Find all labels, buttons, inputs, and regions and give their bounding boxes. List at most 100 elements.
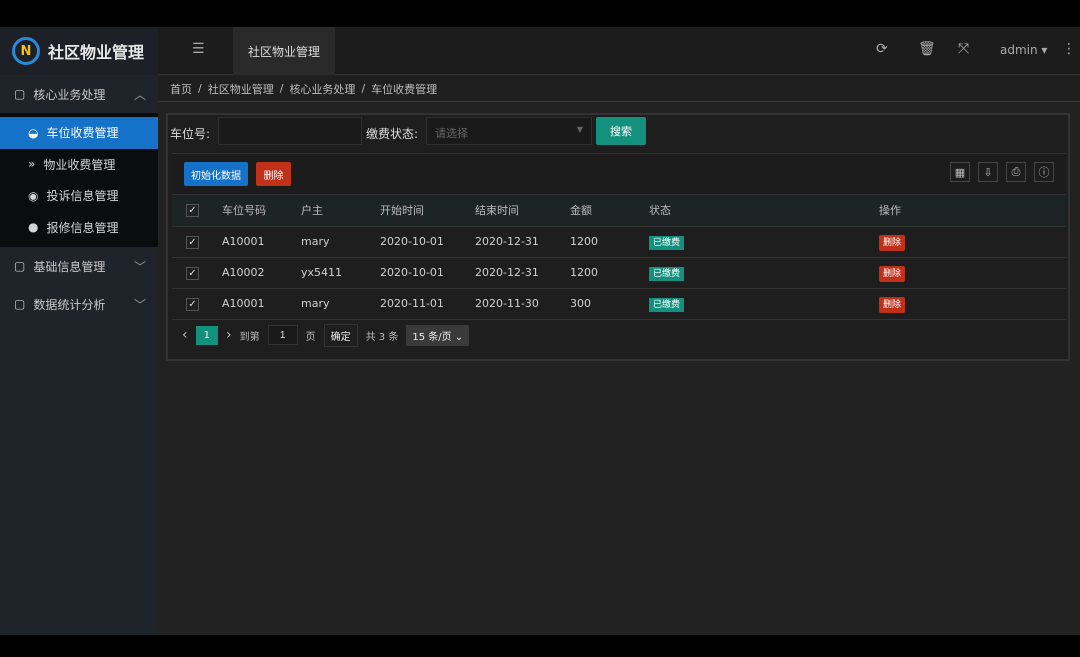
cell-end: 2020-12-31 (475, 257, 570, 289)
data-table: ✓ 车位号码 户主 开始时间 结束时间 金额 状态 操作 ✓ A10001 ma… (172, 195, 1066, 320)
total-count: 共 3 条 (365, 331, 399, 343)
chevron-down-icon: ﹀ (133, 297, 146, 312)
cell-amount: 300 (570, 288, 649, 320)
chevrons-down-icon: » (28, 157, 36, 172)
row-checkbox[interactable]: ✓ (186, 266, 199, 280)
row-delete-button[interactable]: 删除 (879, 266, 906, 282)
goto-label: 到第 (239, 331, 260, 343)
table-header-row: ✓ 车位号码 户主 开始时间 结束时间 金额 状态 操作 (172, 195, 1066, 227)
row-delete-button[interactable]: 删除 (879, 235, 906, 251)
logo: N 社区物业管理 (0, 27, 158, 75)
chevron-up-icon: ︿ (133, 87, 146, 102)
sidebar-item-repairs[interactable]: ● 报修信息管理 (0, 212, 158, 244)
sidebar-group-basic[interactable]: ▢ 基础信息管理 ﹀ (0, 247, 158, 285)
goto-input[interactable] (267, 325, 298, 345)
item-label: 物业收费管理 (43, 157, 116, 172)
item-label: 投诉信息管理 (46, 189, 119, 204)
breadcrumb-home[interactable]: 首页 (170, 81, 192, 97)
col-status: 状态 (649, 195, 879, 227)
info-icon[interactable]: ⓘ (1034, 162, 1054, 182)
cell-start: 2020-11-01 (380, 288, 475, 320)
target-icon: ◉ (28, 188, 39, 203)
sidebar: ▢ 核心业务处理 ︿ ◒ 车位收费管理 » 物业收费管理 ◉ 投诉信息管理 ● 报修信息管理… (0, 75, 158, 635)
cell-amount: 1200 (570, 226, 649, 258)
col-action: 操作 (879, 195, 1066, 227)
more-icon[interactable]: ⋮ (1062, 41, 1076, 57)
refresh-icon[interactable]: ⟳ (876, 41, 888, 57)
cell-owner: mary (301, 226, 380, 258)
status-badge: 已缴费 (649, 298, 685, 312)
fullscreen-icon[interactable]: ⤧ (958, 41, 969, 57)
username: admin (1000, 43, 1038, 57)
col-start: 开始时间 (380, 195, 475, 227)
cell-start: 2020-10-01 (380, 226, 475, 258)
cell-plate: A10002 (222, 257, 301, 289)
col-amount: 金额 (570, 195, 649, 227)
table-row: ✓ A10002 yx5411 2020-10-01 2020-12-31 12… (172, 257, 1066, 289)
menu-icon[interactable]: ☰ (192, 41, 205, 57)
dashboard-icon: ◒ (28, 125, 39, 140)
status-label: 缴费状态: (366, 127, 419, 141)
confirm-button[interactable]: 确定 (323, 323, 358, 347)
row-delete-button[interactable]: 删除 (879, 297, 906, 313)
logo-icon: N (12, 37, 40, 65)
status-select[interactable]: 请选择 ▼ (426, 117, 592, 145)
cell-end: 2020-12-31 (475, 226, 570, 258)
plate-input[interactable] (218, 117, 362, 145)
print-icon[interactable]: ⎙ (1006, 162, 1026, 182)
group-label: 数据统计分析 (33, 297, 106, 312)
sidebar-item-complaints[interactable]: ◉ 投诉信息管理 (0, 180, 158, 212)
breadcrumb: 首页 / 社区物业管理 / 核心业务处理 / 车位收费管理 (158, 76, 1080, 102)
status-placeholder: 请选择 (435, 127, 468, 140)
page-1[interactable]: 1 (195, 325, 218, 345)
plate-label: 车位号: (170, 127, 211, 141)
col-end: 结束时间 (475, 195, 570, 227)
group-icon: ▢ (14, 297, 26, 311)
select-all-checkbox[interactable]: ✓ (186, 204, 199, 218)
cell-amount: 1200 (570, 257, 649, 289)
user-menu[interactable]: admin ▾ (1000, 43, 1047, 57)
caret-icon: ▼ (576, 125, 583, 134)
pagination: ‹ 1 › 到第 页 确定 共 3 条 15 条/页 ⌄ (172, 320, 470, 350)
cell-end: 2020-11-30 (475, 288, 570, 320)
prev-page-icon[interactable]: ‹ (182, 327, 188, 343)
next-page-icon[interactable]: › (226, 327, 232, 343)
export-icon[interactable]: ⇩ (978, 162, 998, 182)
cell-plate: A10001 (222, 226, 301, 258)
item-label: 报修信息管理 (46, 220, 119, 235)
sidebar-item-parking-fee[interactable]: ◒ 车位收费管理 (0, 117, 158, 149)
table-toolbar: 初始化数据 删除 ▦ ⇩ ⎙ ⓘ (172, 153, 1066, 195)
chevron-down-icon: ﹀ (133, 259, 146, 274)
content-panel: 车位号: 缴费状态: 请选择 ▼ 搜索 初始化数据 删除 ▦ ⇩ ⎙ ⓘ ✓ 车位… (166, 113, 1070, 361)
col-plate: 车位号码 (222, 195, 301, 227)
group-icon: ▢ (14, 87, 26, 101)
table-row: ✓ A10001 mary 2020-10-01 2020-12-31 1200… (172, 226, 1066, 258)
cell-start: 2020-10-01 (380, 257, 475, 289)
breadcrumb-current: 车位收费管理 (371, 82, 438, 96)
col-owner: 户主 (301, 195, 380, 227)
columns-icon[interactable]: ▦ (950, 162, 970, 182)
cell-owner: yx5411 (301, 257, 380, 289)
group-label: 核心业务处理 (33, 87, 106, 102)
breadcrumb-item[interactable]: 社区物业管理 (208, 81, 274, 97)
submenu: ◒ 车位收费管理 » 物业收费管理 ◉ 投诉信息管理 ● 报修信息管理 (0, 113, 158, 247)
app: N 社区物业管理 ☰ 社区物业管理 ⟳ 🗑 ⤧ admin ▾ ⋮ ▢ 核心业务处… (0, 27, 1080, 635)
cell-plate: A10001 (222, 288, 301, 320)
header: N 社区物业管理 ☰ 社区物业管理 ⟳ 🗑 ⤧ admin ▾ ⋮ (0, 27, 1080, 75)
row-checkbox[interactable]: ✓ (186, 297, 199, 311)
init-data-button[interactable]: 初始化数据 (184, 162, 248, 186)
search-button[interactable]: 搜索 (596, 117, 646, 145)
per-page-select[interactable]: 15 条/页 ⌄ (406, 324, 470, 346)
tab-home[interactable]: 社区物业管理 (233, 27, 335, 75)
row-checkbox[interactable]: ✓ (186, 235, 199, 249)
item-label: 车位收费管理 (46, 126, 119, 141)
group-icon: ▢ (14, 259, 26, 273)
sidebar-group-stats[interactable]: ▢ 数据统计分析 ﹀ (0, 285, 158, 323)
app-title: 社区物业管理 (48, 43, 145, 62)
trash-icon[interactable]: 🗑 (918, 41, 936, 57)
sidebar-item-property-fee[interactable]: » 物业收费管理 (0, 149, 158, 181)
breadcrumb-item[interactable]: 核心业务处理 (289, 81, 355, 97)
delete-button[interactable]: 删除 (256, 162, 291, 186)
sidebar-group-core[interactable]: ▢ 核心业务处理 ︿ (0, 75, 158, 113)
table-row: ✓ A10001 mary 2020-11-01 2020-11-30 300 … (172, 288, 1066, 320)
